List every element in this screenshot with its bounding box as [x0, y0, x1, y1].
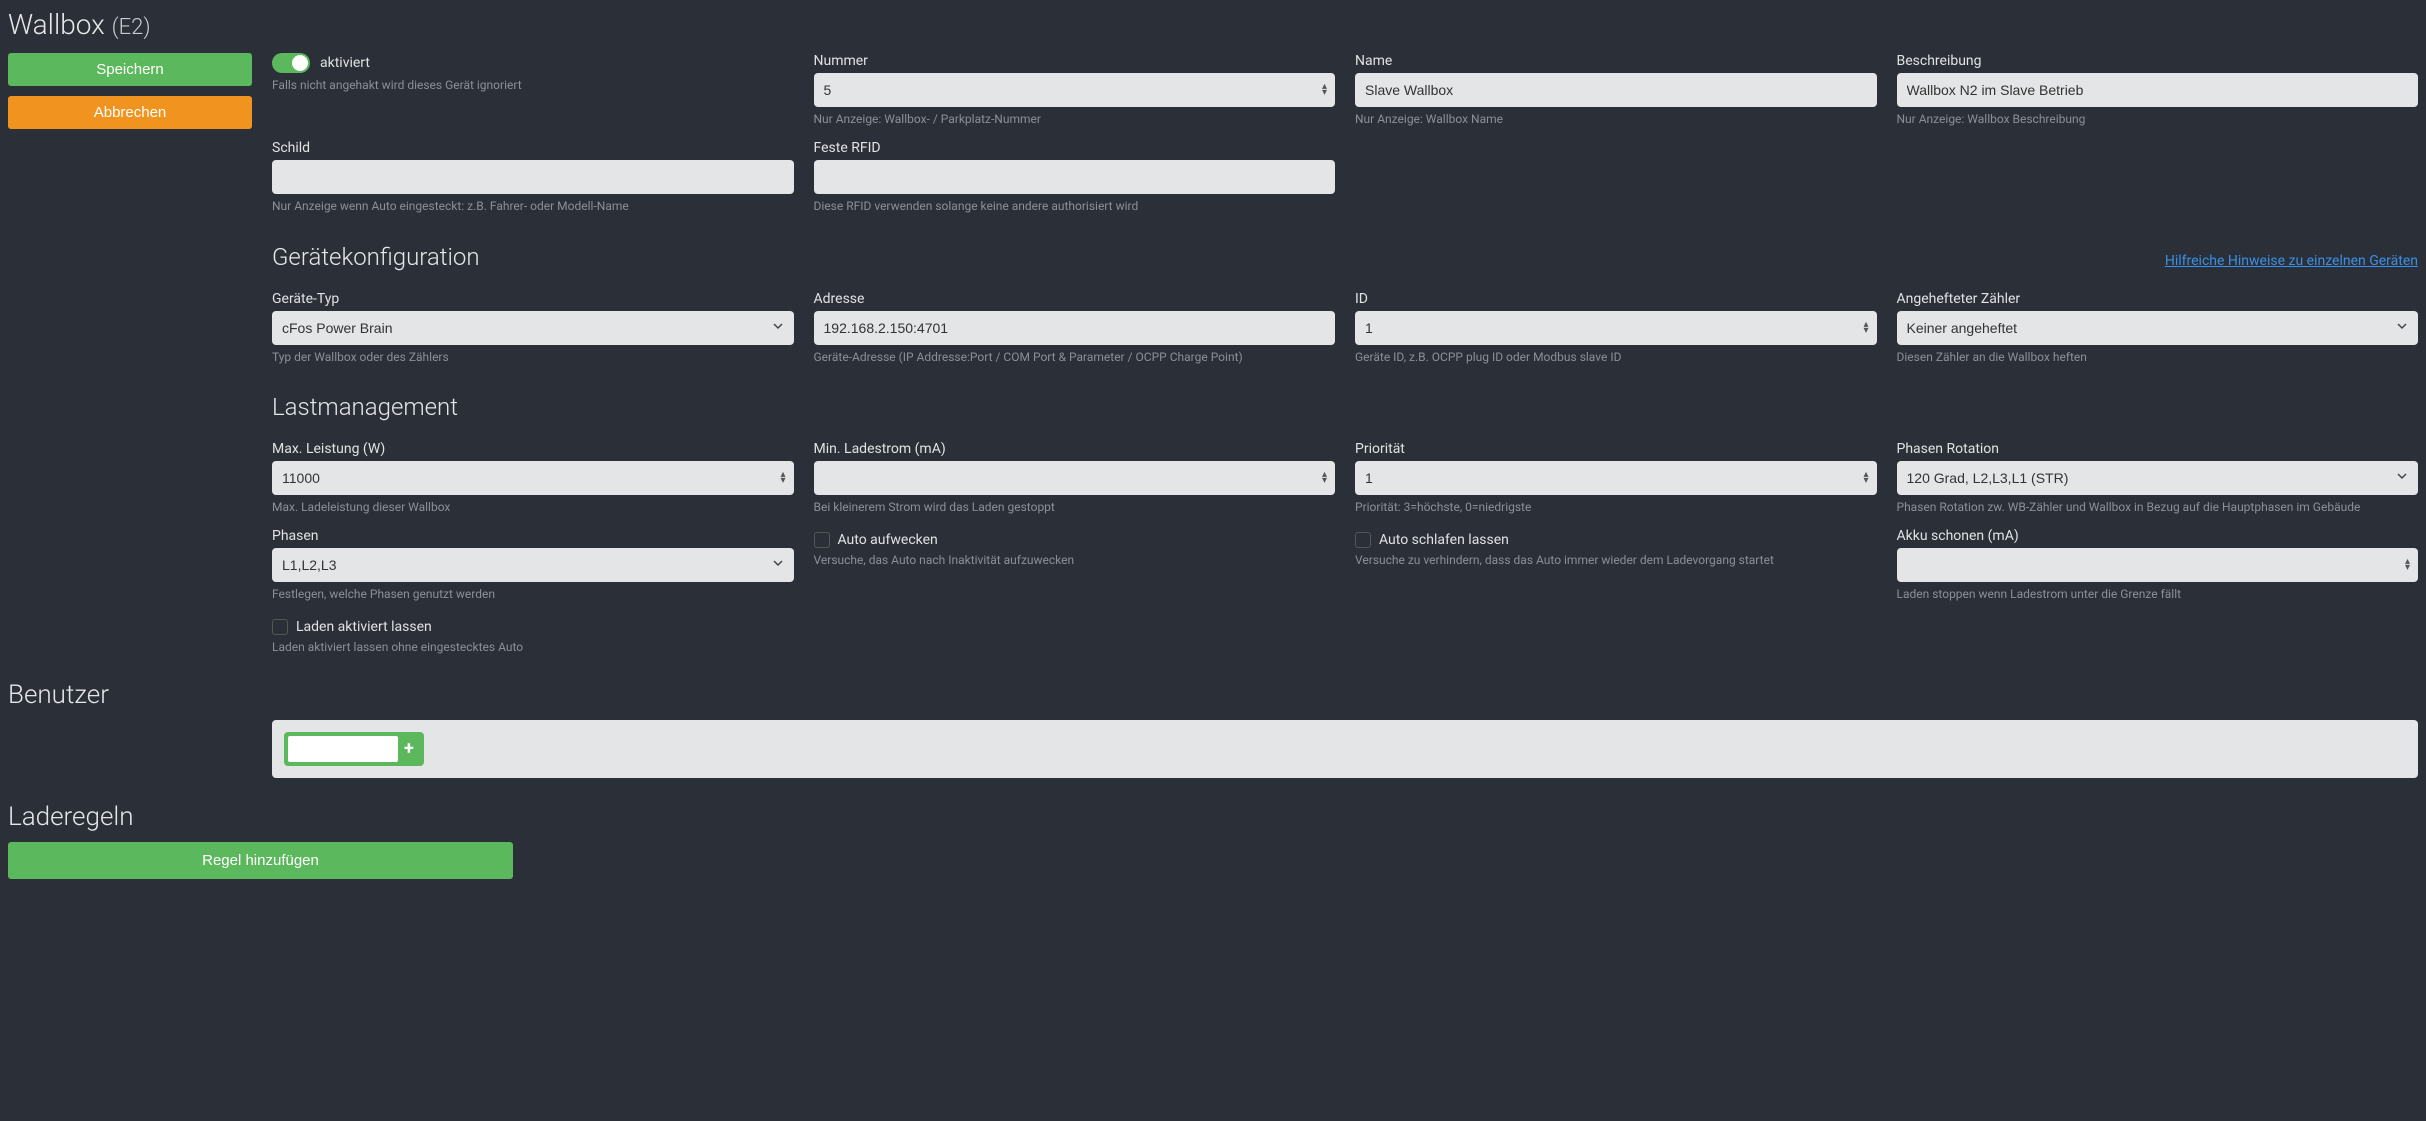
phase-rotation-label: Phasen Rotation: [1897, 441, 2419, 457]
keep-charging-field: Laden aktiviert lassen Laden aktiviert l…: [272, 615, 794, 656]
auto-sleep-help: Versuche zu verhindern, dass das Auto im…: [1355, 552, 1877, 569]
schild-input[interactable]: [272, 160, 794, 194]
id-input[interactable]: [1355, 311, 1877, 345]
device-hints-link[interactable]: Hilfreiche Hinweise zu einzelnen Geräten: [2165, 253, 2418, 269]
device-type-field: Geräte-Typ cFos Power Brain Typ der Wall…: [272, 291, 794, 366]
rules-heading: Laderegeln: [8, 802, 2418, 832]
min-current-input[interactable]: [814, 461, 1336, 495]
attached-meter-select[interactable]: Keiner angeheftet: [1897, 311, 2419, 345]
description-field: Beschreibung Nur Anzeige: Wallbox Beschr…: [1897, 53, 2419, 128]
address-help: Geräte-Adresse (IP Addresse:Port / COM P…: [814, 349, 1336, 366]
description-label: Beschreibung: [1897, 53, 2419, 69]
battery-save-help: Laden stoppen wenn Ladestrom unter die G…: [1897, 586, 2419, 603]
sidebar: Speichern Abbrechen: [8, 53, 252, 656]
device-config-section-header: Gerätekonfiguration Hilfreiche Hinweise …: [272, 227, 2418, 279]
address-label: Adresse: [814, 291, 1336, 307]
priority-input[interactable]: [1355, 461, 1877, 495]
device-type-label: Geräte-Typ: [272, 291, 794, 307]
activated-field: aktiviert Falls nicht angehakt wird dies…: [272, 53, 794, 128]
rfid-help: Diese RFID verwenden solange keine ander…: [814, 198, 1336, 215]
load-mgmt-section-header: Lastmanagement: [272, 377, 2418, 429]
activated-help: Falls nicht angehakt wird dieses Gerät i…: [272, 77, 794, 94]
phases-select[interactable]: L1,L2,L3: [272, 548, 794, 582]
device-config-heading: Gerätekonfiguration: [272, 243, 480, 271]
name-help: Nur Anzeige: Wallbox Name: [1355, 111, 1877, 128]
max-power-help: Max. Ladeleistung dieser Wallbox: [272, 499, 794, 516]
phase-rotation-help: Phasen Rotation zw. WB-Zähler und Wallbo…: [1897, 499, 2419, 516]
id-help: Geräte ID, z.B. OCPP plug ID oder Modbus…: [1355, 349, 1877, 366]
page-title-main: Wallbox: [8, 8, 105, 41]
battery-save-input[interactable]: [1897, 548, 2419, 582]
save-button[interactable]: Speichern: [8, 53, 252, 86]
name-input[interactable]: [1355, 73, 1877, 107]
auto-wake-field: Auto aufwecken Versuche, das Auto nach I…: [814, 528, 1336, 603]
battery-save-field: Akku schonen (mA) ▴▾ Laden stoppen wenn …: [1897, 528, 2419, 603]
page-title: Wallbox (E2): [8, 0, 2418, 53]
auto-sleep-checkbox[interactable]: [1355, 532, 1371, 548]
activated-toggle[interactable]: [272, 53, 310, 73]
priority-label: Priorität: [1355, 441, 1877, 457]
add-user-input[interactable]: [288, 736, 398, 762]
id-label: ID: [1355, 291, 1877, 307]
schild-label: Schild: [272, 140, 794, 156]
auto-wake-label: Auto aufwecken: [838, 532, 938, 548]
rfid-field: Feste RFID Diese RFID verwenden solange …: [814, 140, 1336, 215]
max-power-input[interactable]: [272, 461, 794, 495]
number-help: Nur Anzeige: Wallbox- / Parkplatz-Nummer: [814, 111, 1336, 128]
priority-help: Priorität: 3=höchste, 0=niedrigste: [1355, 499, 1877, 516]
phase-rotation-field: Phasen Rotation 120 Grad, L2,L3,L1 (STR)…: [1897, 441, 2419, 516]
address-input[interactable]: [814, 311, 1336, 345]
auto-wake-help: Versuche, das Auto nach Inaktivität aufz…: [814, 552, 1336, 569]
device-type-select[interactable]: cFos Power Brain: [272, 311, 794, 345]
min-current-field: Min. Ladestrom (mA) ▴▾ Bei kleinerem Str…: [814, 441, 1336, 516]
users-panel: +: [272, 720, 2418, 778]
min-current-help: Bei kleinerem Strom wird das Laden gesto…: [814, 499, 1336, 516]
rfid-input[interactable]: [814, 160, 1336, 194]
users-heading: Benutzer: [8, 680, 2418, 710]
priority-field: Priorität ▴▾ Priorität: 3=höchste, 0=nie…: [1355, 441, 1877, 516]
auto-sleep-label: Auto schlafen lassen: [1379, 532, 1509, 548]
page-title-sub: (E2): [112, 15, 151, 40]
keep-charging-label: Laden aktiviert lassen: [296, 619, 432, 635]
phases-field: Phasen L1,L2,L3 Festlegen, welche Phasen…: [272, 528, 794, 603]
phase-rotation-select[interactable]: 120 Grad, L2,L3,L1 (STR): [1897, 461, 2419, 495]
max-power-label: Max. Leistung (W): [272, 441, 794, 457]
phases-help: Festlegen, welche Phasen genutzt werden: [272, 586, 794, 603]
min-current-label: Min. Ladestrom (mA): [814, 441, 1336, 457]
keep-charging-checkbox[interactable]: [272, 619, 288, 635]
rfid-label: Feste RFID: [814, 140, 1336, 156]
max-power-field: Max. Leistung (W) ▴▾ Max. Ladeleistung d…: [272, 441, 794, 516]
id-field: ID ▴▾ Geräte ID, z.B. OCPP plug ID oder …: [1355, 291, 1877, 366]
cancel-button[interactable]: Abbrechen: [8, 96, 252, 129]
attached-meter-help: Diesen Zähler an die Wallbox heften: [1897, 349, 2419, 366]
description-input[interactable]: [1897, 73, 2419, 107]
number-field: Nummer ▴▾ Nur Anzeige: Wallbox- / Parkpl…: [814, 53, 1336, 128]
schild-help: Nur Anzeige wenn Auto eingesteckt: z.B. …: [272, 198, 794, 215]
address-field: Adresse Geräte-Adresse (IP Addresse:Port…: [814, 291, 1336, 366]
description-help: Nur Anzeige: Wallbox Beschreibung: [1897, 111, 2419, 128]
add-user-button[interactable]: +: [398, 736, 420, 762]
attached-meter-label: Angehefteter Zähler: [1897, 291, 2419, 307]
number-label: Nummer: [814, 53, 1336, 69]
phases-label: Phasen: [272, 528, 794, 544]
activated-label: aktiviert: [320, 55, 370, 71]
main-content: aktiviert Falls nicht angehakt wird dies…: [272, 53, 2418, 656]
name-field: Name Nur Anzeige: Wallbox Name: [1355, 53, 1877, 128]
auto-wake-checkbox[interactable]: [814, 532, 830, 548]
keep-charging-help: Laden aktiviert lassen ohne eingesteckte…: [272, 639, 794, 656]
number-input[interactable]: [814, 73, 1336, 107]
battery-save-label: Akku schonen (mA): [1897, 528, 2419, 544]
device-type-help: Typ der Wallbox oder des Zählers: [272, 349, 794, 366]
auto-sleep-field: Auto schlafen lassen Versuche zu verhind…: [1355, 528, 1877, 603]
add-user-control: +: [284, 732, 424, 766]
add-rule-button[interactable]: Regel hinzufügen: [8, 842, 513, 879]
load-mgmt-heading: Lastmanagement: [272, 393, 2418, 421]
schild-field: Schild Nur Anzeige wenn Auto eingesteckt…: [272, 140, 794, 215]
name-label: Name: [1355, 53, 1877, 69]
attached-meter-field: Angehefteter Zähler Keiner angeheftet Di…: [1897, 291, 2419, 366]
